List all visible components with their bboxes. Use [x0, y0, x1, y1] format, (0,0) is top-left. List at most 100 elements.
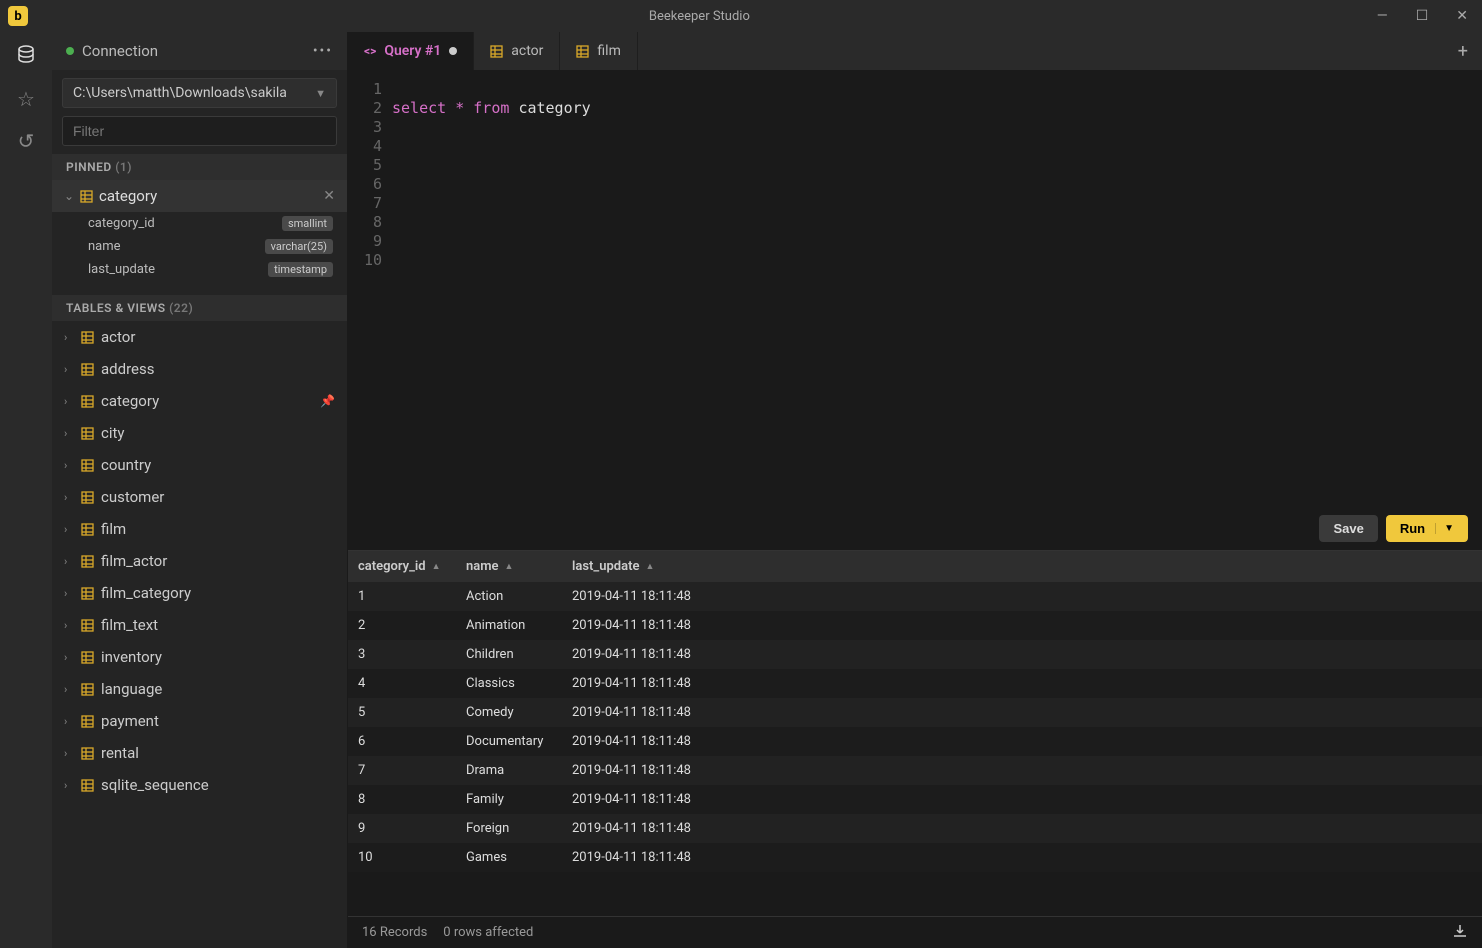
table-icon: [81, 363, 94, 376]
table-item[interactable]: ›language📌: [52, 673, 347, 705]
icon-rail: ☆ ↺: [0, 32, 52, 948]
add-tab-button[interactable]: +: [1444, 32, 1482, 70]
cell: 6: [348, 727, 456, 756]
table-row[interactable]: 4Classics2019-04-11 18:11:48: [348, 669, 1482, 698]
cell: Comedy: [456, 698, 562, 727]
sort-icon: ▲: [645, 561, 654, 572]
table-row[interactable]: 7Drama2019-04-11 18:11:48: [348, 756, 1482, 785]
table-item[interactable]: ›rental📌: [52, 737, 347, 769]
table-item[interactable]: ›film_category📌: [52, 577, 347, 609]
results-header: category_id▲name▲last_update▲: [348, 551, 1482, 582]
table-item[interactable]: ›inventory📌: [52, 641, 347, 673]
chevron-right-icon: ›: [64, 555, 74, 568]
table-icon: [81, 651, 94, 664]
chevron-right-icon: ›: [64, 459, 74, 472]
maximize-button[interactable]: ☐: [1410, 8, 1435, 24]
column-header[interactable]: last_update▲: [562, 551, 1482, 582]
tab-query[interactable]: <>Query #1: [348, 32, 474, 70]
column-row[interactable]: category_idsmallint: [52, 212, 347, 235]
column-type: varchar(25): [265, 239, 333, 254]
table-item[interactable]: ›sqlite_sequence📌: [52, 769, 347, 801]
cell: Drama: [456, 756, 562, 785]
table-row[interactable]: 5Comedy2019-04-11 18:11:48: [348, 698, 1482, 727]
sort-icon: ▲: [505, 561, 514, 572]
table-item[interactable]: ›film📌: [52, 513, 347, 545]
database-icon[interactable]: [16, 44, 36, 69]
tab-table[interactable]: film: [560, 32, 637, 70]
table-name: sqlite_sequence: [101, 776, 313, 794]
table-item[interactable]: ›film_text📌: [52, 609, 347, 641]
cell: 7: [348, 756, 456, 785]
table-row[interactable]: 6Documentary2019-04-11 18:11:48: [348, 727, 1482, 756]
cell: 2019-04-11 18:11:48: [562, 640, 1482, 669]
chevron-right-icon: ›: [64, 331, 74, 344]
table-item[interactable]: ›address📌: [52, 353, 347, 385]
app-logo-icon: b: [8, 6, 28, 26]
table-item[interactable]: ›payment📌: [52, 705, 347, 737]
column-row[interactable]: last_updatetimestamp: [52, 258, 347, 281]
code-area[interactable]: select * from category: [392, 80, 1482, 507]
star-icon[interactable]: ☆: [17, 87, 35, 111]
pin-icon[interactable]: 📌: [320, 394, 335, 408]
table-name: film: [101, 520, 313, 538]
table-name: customer: [101, 488, 313, 506]
table-name: rental: [101, 744, 313, 762]
table-item[interactable]: › category 📌: [52, 385, 347, 417]
close-button[interactable]: ✕: [1450, 8, 1474, 24]
query-icon: <>: [364, 44, 376, 58]
content-area: <>Query #1actorfilm + 12345678910 select…: [348, 32, 1482, 948]
table-icon: [576, 45, 589, 58]
results-body[interactable]: 1Action2019-04-11 18:11:482Animation2019…: [348, 582, 1482, 916]
column-name: last_update: [88, 262, 268, 277]
unpin-button[interactable]: ✕: [323, 188, 335, 204]
table-item[interactable]: ›customer📌: [52, 481, 347, 513]
chevron-right-icon: ›: [64, 715, 74, 728]
save-button[interactable]: Save: [1319, 515, 1377, 542]
table-icon: [81, 587, 94, 600]
history-icon[interactable]: ↺: [18, 129, 35, 153]
cell: Action: [456, 582, 562, 611]
pinned-table-item[interactable]: ⌄ category ✕: [52, 180, 347, 212]
run-button[interactable]: Run ▼: [1386, 515, 1468, 542]
table-row[interactable]: 2Animation2019-04-11 18:11:48: [348, 611, 1482, 640]
table-item[interactable]: ›actor📌: [52, 321, 347, 353]
results-panel: category_id▲name▲last_update▲ 1Action201…: [348, 550, 1482, 948]
table-row[interactable]: 8Family2019-04-11 18:11:48: [348, 785, 1482, 814]
connection-path: C:\Users\matth\Downloads\sakila: [73, 85, 287, 101]
table-name: category: [101, 392, 313, 410]
column-row[interactable]: namevarchar(25): [52, 235, 347, 258]
tables-list: ›actor📌›address📌›category📌›city📌›country…: [52, 321, 347, 948]
filter-input[interactable]: [62, 116, 337, 146]
chevron-right-icon: ›: [64, 363, 74, 376]
connection-select[interactable]: C:\Users\matth\Downloads\sakila ▼: [62, 78, 337, 108]
minimize-button[interactable]: —: [1371, 8, 1394, 24]
cell: 2019-04-11 18:11:48: [562, 611, 1482, 640]
cell: 2019-04-11 18:11:48: [562, 669, 1482, 698]
column-header[interactable]: category_id▲: [348, 551, 456, 582]
line-gutter: 12345678910: [348, 80, 392, 507]
cell: Games: [456, 843, 562, 872]
download-icon[interactable]: [1452, 923, 1468, 943]
table-icon: [490, 45, 503, 58]
table-row[interactable]: 10Games2019-04-11 18:11:48: [348, 843, 1482, 872]
tab-table[interactable]: actor: [474, 32, 560, 70]
table-item[interactable]: ›city📌: [52, 417, 347, 449]
chevron-right-icon: ›: [64, 619, 74, 632]
rows-affected: 0 rows affected: [443, 925, 533, 940]
table-row[interactable]: 9Foreign2019-04-11 18:11:48: [348, 814, 1482, 843]
table-icon: [81, 395, 94, 408]
chevron-right-icon: ›: [64, 523, 74, 536]
tables-section-header: TABLES & VIEWS (22): [52, 295, 347, 321]
table-item[interactable]: ›country📌: [52, 449, 347, 481]
cell: Foreign: [456, 814, 562, 843]
table-item[interactable]: ›film_actor📌: [52, 545, 347, 577]
sql-editor[interactable]: 12345678910 select * from category: [348, 70, 1482, 507]
column-header[interactable]: name▲: [456, 551, 562, 582]
sidebar-menu-button[interactable]: •••: [313, 43, 333, 59]
table-row[interactable]: 3Children2019-04-11 18:11:48: [348, 640, 1482, 669]
cell: 2019-04-11 18:11:48: [562, 756, 1482, 785]
run-dropdown-icon[interactable]: ▼: [1435, 523, 1454, 534]
chevron-right-icon: ›: [64, 395, 74, 408]
table-row[interactable]: 1Action2019-04-11 18:11:48: [348, 582, 1482, 611]
cell: 2019-04-11 18:11:48: [562, 582, 1482, 611]
